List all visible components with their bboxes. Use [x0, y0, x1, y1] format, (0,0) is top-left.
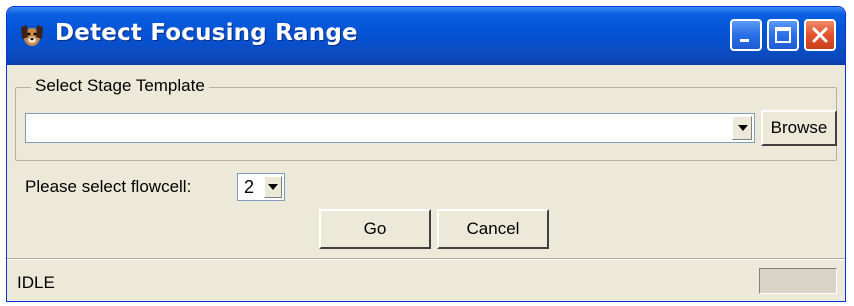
- chevron-down-icon: [268, 184, 278, 190]
- maximize-button[interactable]: [767, 19, 799, 51]
- dialog-window: Detect Focusing Range Select Stage Templ…: [6, 6, 846, 302]
- cancel-button[interactable]: Cancel: [437, 209, 549, 249]
- flowcell-selected-value: 2: [244, 177, 255, 197]
- flowcell-dropdown-button[interactable]: [264, 176, 282, 198]
- minimize-button[interactable]: [730, 19, 762, 51]
- stage-template-dropdown-button[interactable]: [732, 116, 752, 140]
- minimize-icon: [740, 39, 749, 42]
- window-title: Detect Focusing Range: [55, 20, 358, 46]
- status-bar-divider: [7, 258, 845, 260]
- flowcell-label: Please select flowcell:: [25, 177, 192, 196]
- close-icon: [812, 27, 828, 43]
- status-progress-panel: [759, 268, 837, 294]
- dog-app-icon: [17, 21, 47, 49]
- browse-button[interactable]: Browse: [761, 110, 837, 146]
- go-button[interactable]: Go: [319, 209, 431, 249]
- close-button[interactable]: [804, 19, 836, 51]
- title-bar[interactable]: Detect Focusing Range: [7, 7, 845, 65]
- maximize-icon: [775, 27, 791, 43]
- status-text: IDLE: [17, 273, 55, 292]
- chevron-down-icon: [738, 125, 748, 131]
- stage-template-group-label: Select Stage Template: [31, 76, 209, 96]
- stage-template-combobox[interactable]: [25, 113, 755, 143]
- flowcell-select[interactable]: 2: [237, 173, 285, 201]
